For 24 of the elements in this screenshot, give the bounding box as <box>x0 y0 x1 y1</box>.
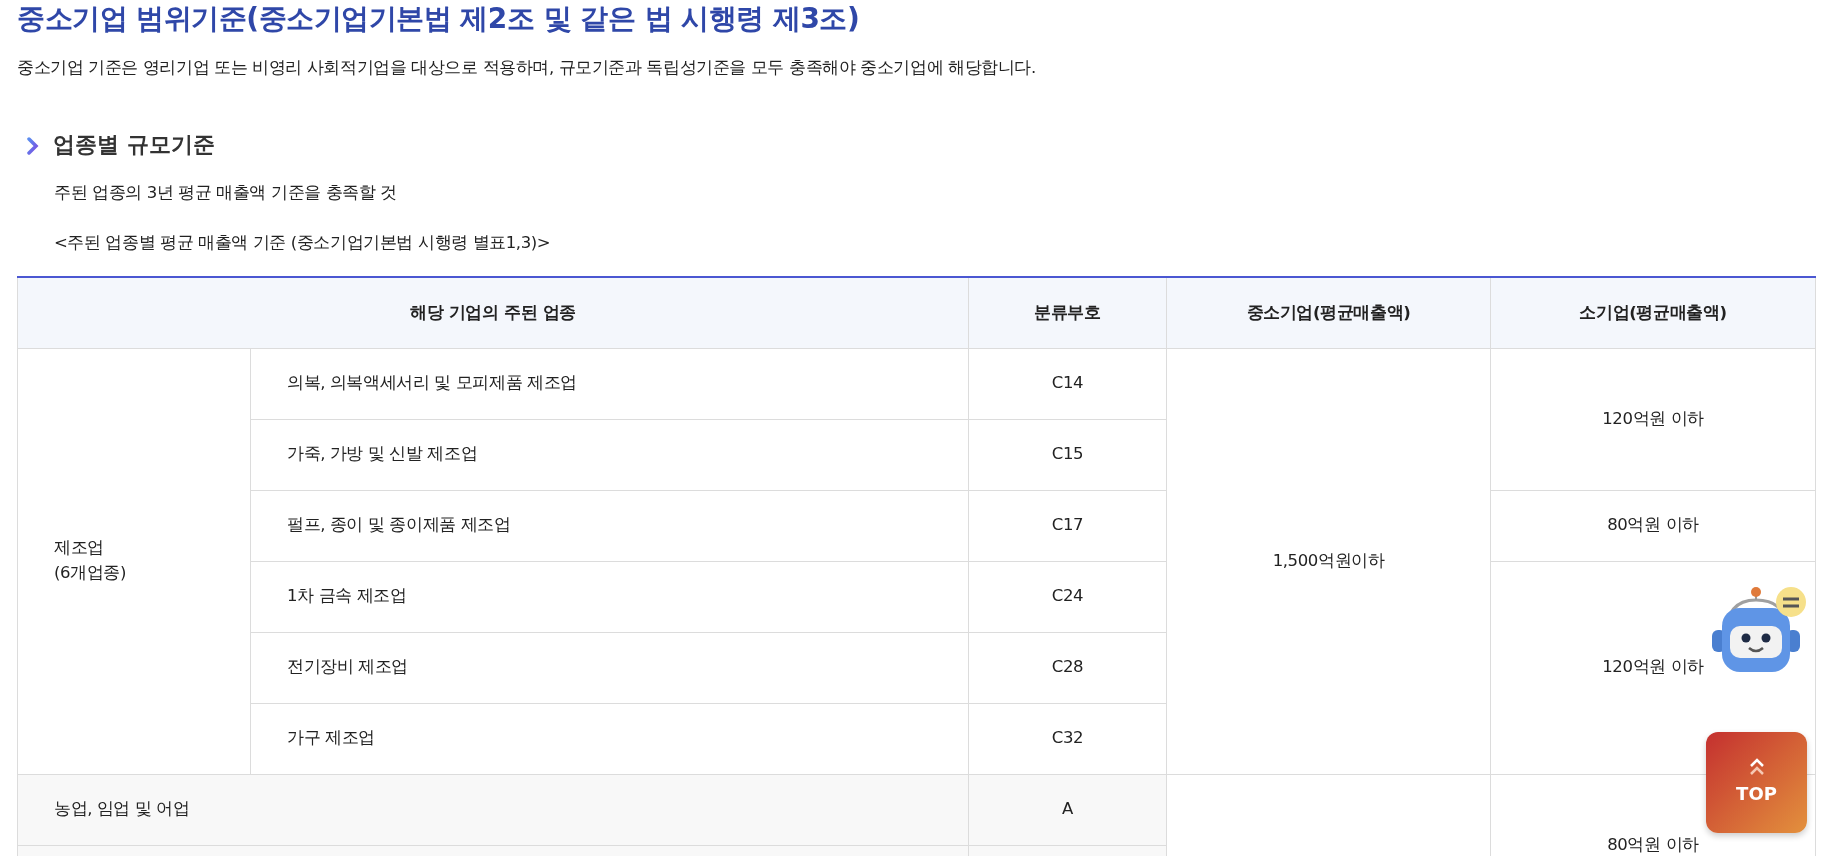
column-header: 소기업(평균매출액) <box>1490 277 1816 349</box>
column-header: 분류부호 <box>968 277 1167 349</box>
section-heading: 업종별 규모기준 <box>53 132 215 159</box>
table-cell: 가죽, 가방 및 신발 제조업 <box>250 419 969 491</box>
table-cell: 1,500억원이하 <box>1166 348 1491 775</box>
table-cell: 1차 금속 제조업 <box>250 561 969 633</box>
chevron-icon <box>27 136 39 155</box>
table-cell: C14 <box>968 348 1167 420</box>
column-header: 해당 기업의 주된 업종 <box>17 277 969 349</box>
intro-text: 중소기업 기준은 영리기업 또는 비영리 사회적기업을 대상으로 적용하며, 규모기준과 독립성기준을 모두 충족해야 중소기업에 해당합니다. <box>17 56 1037 79</box>
table-cell: 의복, 의복액세서리 및 모피제품 제조업 <box>250 348 969 420</box>
top-button[interactable]: TOP <box>1706 732 1807 833</box>
description-text: <주된 업종별 평균 매출액 기준 (중소기업기본법 시행령 별표1,3)> <box>53 232 552 255</box>
column-header: 중소기업(평균매출액) <box>1166 277 1491 349</box>
description-text: 주된 업종의 3년 평균 매출액 기준을 충족할 것 <box>53 181 398 204</box>
table-cell: 전기장비 제조업 <box>250 632 969 704</box>
table-cell: 펄프, 종이 및 종이제품 제조업 <box>250 490 969 562</box>
page-title: 중소기업 범위기준(중소기업기본법 제2조 및 같은 법 시행령 제3조) <box>17 2 861 36</box>
table-cell: A <box>968 774 1167 846</box>
table-cell: 120억원 이하 <box>1490 348 1816 491</box>
table-cell: 농업, 임업 및 어업 <box>17 774 969 846</box>
table-cell: 80억원 이하 <box>1490 490 1816 562</box>
table-cell: 제조업 (6개업종) <box>17 348 251 775</box>
table-cell: 가구 제조업 <box>250 703 969 775</box>
